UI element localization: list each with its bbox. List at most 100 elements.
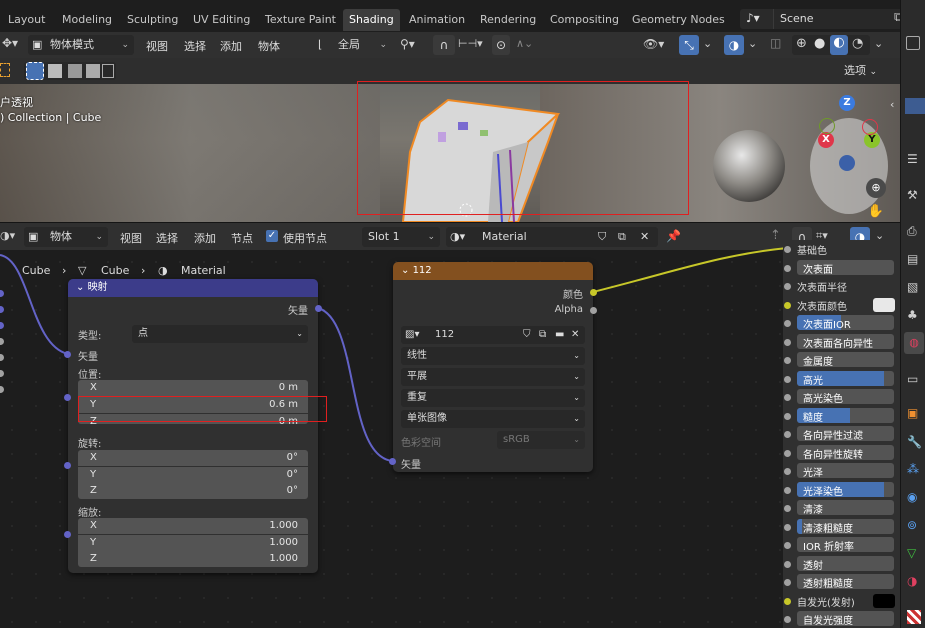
bsdf-value-slider[interactable]: 透射粗糙度 [797,574,894,590]
bsdf-input-row[interactable]: 次表面 [783,259,900,277]
bsdf-value-slider[interactable]: 各向异性旋转 [797,444,894,461]
bsdf-value-slider[interactable]: 光泽染色 [797,481,894,498]
bsdf-input-row[interactable]: 自发光强度 [783,610,900,628]
bsdf-input-socket[interactable] [784,283,791,290]
mapping-vector-input-socket[interactable] [64,351,71,358]
color-swatch[interactable] [873,297,895,312]
scale-y-field[interactable]: Y 1.000 [78,535,308,551]
bsdf-input-socket[interactable] [784,320,791,327]
scale-z-field[interactable]: Z 1.000 [78,551,308,567]
scale-input-socket[interactable] [64,531,71,538]
image-vector-input-socket[interactable] [389,458,396,465]
bsdf-input-row[interactable]: 高光染色 [783,388,900,406]
bsdf-input-socket[interactable] [784,505,791,512]
collapse-chevron-icon[interactable]: ⌄ [401,265,413,276]
properties-editor-icon[interactable]: ☰ [907,152,918,166]
bsdf-input-socket[interactable] [784,542,791,549]
scene-icon[interactable]: ♣ [907,308,918,322]
object-icon[interactable]: ▣ [907,406,918,420]
collection-icon[interactable]: ▭ [907,372,918,386]
bsdf-value-slider[interactable]: 自发光强度 [797,611,894,627]
mapping-type-dropdown[interactable]: 点 ⌄ [132,325,308,343]
bsdf-input-socket[interactable] [784,431,791,438]
output-icon[interactable]: ▤ [907,252,918,266]
bsdf-value-slider[interactable]: 高光 [797,370,894,387]
bsdf-input-socket[interactable] [784,301,791,309]
bsdf-input-row[interactable]: 高光 [783,370,900,388]
rotation-z-field[interactable]: Z 0° [78,483,308,499]
unlink-close-icon[interactable]: ✕ [571,326,579,344]
image-name[interactable]: 112 [435,326,454,344]
location-input-socket[interactable] [64,394,71,401]
tool-icon[interactable]: ⚒ [907,188,918,202]
render-icon[interactable]: ⎙ [907,224,917,239]
extension-dropdown[interactable]: 重复 ⌄ [401,389,585,407]
bsdf-input-socket[interactable] [784,468,791,475]
bsdf-input-row[interactable]: 各向异性过滤 [783,425,900,443]
fake-user-shield-icon[interactable]: ⛉ [523,326,531,344]
duplicate-image-icon[interactable]: ⧉ [539,326,546,344]
particles-icon[interactable]: ⁂ [907,462,919,476]
image-color-output-socket[interactable] [590,289,597,296]
mapping-node-header[interactable]: ⌄ 映射 [68,279,318,297]
mapping-output-socket[interactable] [315,305,322,312]
bsdf-input-row[interactable]: 透射 [783,555,900,573]
bsdf-input-socket[interactable] [784,579,791,586]
bsdf-input-row[interactable]: 次表面各向异性 [783,333,900,351]
bsdf-input-row[interactable]: 次表面半径 [783,277,900,295]
material-icon[interactable]: ◑ [907,574,917,588]
bsdf-input-socket[interactable] [784,357,791,364]
bsdf-input-socket[interactable] [784,616,791,623]
bsdf-value-slider[interactable]: 次表面 [797,259,894,276]
modifier-wrench-icon[interactable]: 🔧 [907,435,922,449]
texture-icon[interactable] [907,610,921,624]
bsdf-input-row[interactable]: 基础色 [783,240,900,258]
image-node-header[interactable]: ⌄ 112 [393,262,593,280]
mapping-node[interactable]: ⌄ 映射 矢量 类型: 点 ⌄ 矢量 位置: X0 m Y 0.6 m Z0 m … [68,279,318,573]
projection-dropdown[interactable]: 平展 ⌄ [401,368,585,386]
bsdf-value-slider[interactable]: 清漆粗糙度 [797,518,894,535]
bsdf-input-socket[interactable] [784,597,791,605]
physics-icon[interactable]: ◉ [907,490,917,504]
collapse-chevron-icon[interactable]: ⌄ [76,282,88,293]
source-dropdown[interactable]: 单张图像 ⌄ [401,410,585,428]
bsdf-input-row[interactable]: 自发光(发射) [783,592,900,610]
bsdf-value-slider[interactable]: 各向异性过滤 [797,426,894,442]
scale-x-field[interactable]: X 1.000 [78,518,308,534]
rotation-input-socket[interactable] [64,462,71,469]
bsdf-input-socket[interactable] [784,560,791,568]
bsdf-value-slider[interactable]: 高光染色 [797,389,894,405]
bsdf-value-slider[interactable]: 透射 [797,555,894,572]
bsdf-input-row[interactable]: 清漆粗糙度 [783,518,900,536]
bsdf-value-slider[interactable]: 金属度 [797,352,894,368]
bsdf-input-row[interactable]: 透射粗糙度 [783,573,900,591]
bsdf-value-slider[interactable]: 糙度 [797,407,894,424]
world-icon[interactable]: ◍ [904,332,924,354]
interpolation-dropdown[interactable]: 线性 ⌄ [401,347,585,365]
bsdf-input-row[interactable]: 次表面IOR [783,314,900,332]
rotation-y-field[interactable]: Y 0° [78,467,308,483]
bsdf-input-socket[interactable] [784,394,791,401]
bsdf-input-socket[interactable] [784,338,791,346]
bsdf-input-row[interactable]: 光泽染色 [783,481,900,499]
bsdf-input-socket[interactable] [784,486,791,494]
image-browse-icon[interactable]: ▨▾ [405,329,419,340]
bsdf-input-socket[interactable] [784,449,791,457]
bsdf-input-row[interactable]: 糙度 [783,407,900,425]
editor-type-icon[interactable] [906,36,920,50]
data-mesh-icon[interactable]: ▽ [907,546,916,560]
bsdf-input-socket[interactable] [784,523,791,531]
view-layer-icon[interactable]: ▧ [907,280,918,294]
image-selector[interactable]: ▨▾ 112 ⛉ ⧉ ▬ ✕ [401,326,585,344]
bsdf-value-slider[interactable]: 次表面IOR [797,315,894,331]
open-folder-icon[interactable]: ▬ [555,326,564,344]
bsdf-value-slider[interactable]: 次表面各向异性 [797,333,894,350]
bsdf-input-row[interactable]: 金属度 [783,351,900,369]
bsdf-input-socket[interactable] [784,246,791,253]
bsdf-input-row[interactable]: IOR 折射率 [783,536,900,554]
principled-bsdf-node[interactable]: 基础色 次表面 次表面半径 次表面颜色 次表面IOR 次表面各向异性 金属度高光高光染色糙度… [783,240,900,628]
image-alpha-output-socket[interactable] [590,307,597,314]
bsdf-input-row[interactable]: 次表面颜色 [783,296,900,314]
bsdf-input-socket[interactable] [784,264,791,272]
location-x-field[interactable]: X0 m [78,380,308,396]
